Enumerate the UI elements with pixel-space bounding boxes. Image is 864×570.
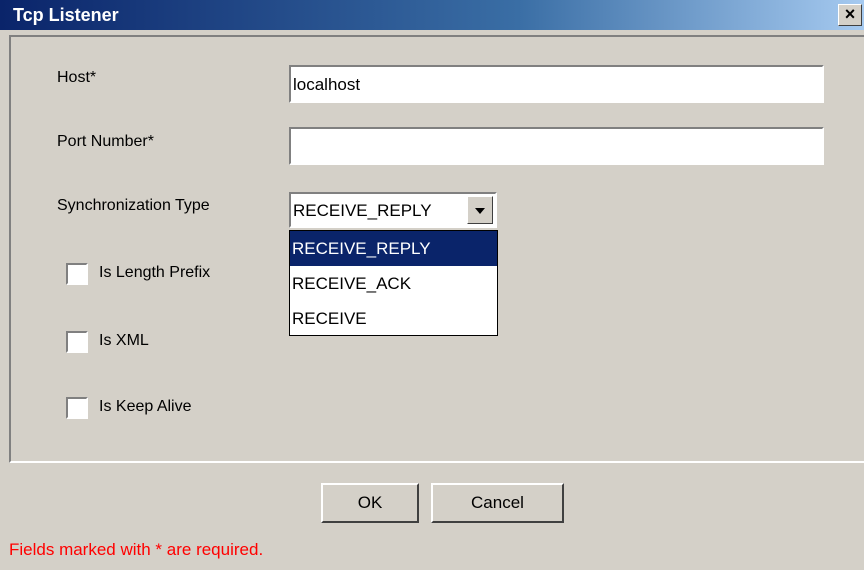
chevron-down-icon [475, 208, 485, 214]
dropdown-option-receive[interactable]: RECEIVE [290, 301, 497, 336]
synchronization-type-dropdown: RECEIVE_REPLY RECEIVE_ACK RECEIVE [289, 230, 498, 336]
is-keep-alive-label: Is Keep Alive [99, 398, 192, 415]
close-button[interactable]: × [838, 4, 862, 26]
dropdown-option-receive-ack[interactable]: RECEIVE_ACK [290, 266, 497, 301]
is-xml-checkbox[interactable] [66, 331, 88, 353]
port-number-label: Port Number* [57, 133, 154, 150]
is-keep-alive-checkbox[interactable] [66, 397, 88, 419]
port-number-input[interactable] [289, 127, 824, 165]
synchronization-type-value: RECEIVE_REPLY [293, 201, 432, 220]
is-length-prefix-label: Is Length Prefix [99, 264, 211, 281]
cancel-button[interactable]: Cancel [431, 483, 564, 523]
ok-button[interactable]: OK [321, 483, 419, 523]
dropdown-option-receive-reply[interactable]: RECEIVE_REPLY [290, 231, 497, 266]
title-bar: Tcp Listener × [0, 0, 864, 30]
dropdown-button[interactable] [467, 196, 493, 224]
synchronization-type-select[interactable]: RECEIVE_REPLY [289, 192, 497, 228]
is-xml-label: Is XML [99, 332, 149, 349]
required-fields-note: Fields marked with * are required. [9, 540, 264, 559]
window-title: Tcp Listener [13, 5, 119, 25]
synchronization-type-label: Synchronization Type [57, 197, 210, 214]
is-length-prefix-checkbox[interactable] [66, 263, 88, 285]
host-input[interactable]: localhost [289, 65, 824, 103]
host-label: Host* [57, 69, 97, 86]
